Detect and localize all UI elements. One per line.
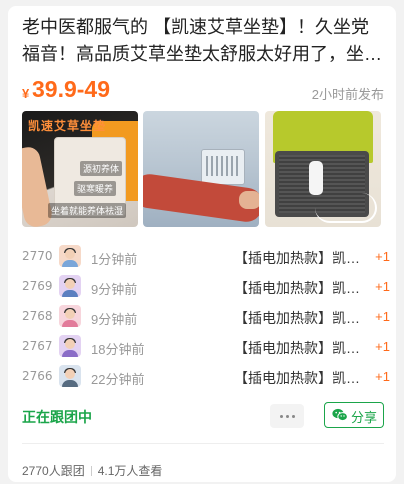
share-label: 分享 (351, 410, 378, 425)
price-row: ¥ 39.9-49 2小时前发布 (22, 74, 384, 106)
join-list: 2770 1分钟前 【插电加热款】凯速艾草坐垫 +1 2769 9分钟前 【插电… (22, 242, 390, 392)
divider (22, 443, 384, 444)
join-number: 2769 (22, 279, 53, 293)
join-count: +1 (375, 279, 390, 294)
currency-symbol: ¥ (22, 86, 30, 101)
avatar (59, 245, 81, 267)
join-product: 【插电加热款】凯速艾草坐垫 (234, 310, 364, 326)
image-tag: 坐着就能养体祛湿 (48, 203, 127, 218)
product-image-3[interactable] (265, 111, 381, 227)
avatar (59, 335, 81, 357)
avatar (59, 365, 81, 387)
heater-shape (201, 149, 245, 185)
product-image-2[interactable] (143, 111, 259, 227)
join-time: 9分钟前 (91, 282, 138, 297)
list-item: 2766 22分钟前 【插电加热款】凯速艾草坐垫 +1 (22, 362, 390, 392)
join-count: +1 (375, 369, 390, 384)
join-number: 2767 (22, 339, 53, 353)
stats-row: 2770人跟团 4.1万人查看 (22, 462, 162, 479)
price: 39.9-49 (32, 76, 111, 102)
list-item: 2768 9分钟前 【插电加热款】凯速艾草坐垫 +1 (22, 302, 390, 332)
more-icon (280, 415, 283, 418)
list-item: 2767 18分钟前 【插电加热款】凯速艾草坐垫 +1 (22, 332, 390, 362)
image-tag: 驱寒暖养 (74, 181, 117, 196)
status-badge: 正在跟团中 (22, 409, 92, 425)
join-product: 【插电加热款】凯速艾草坐垫 (234, 370, 364, 386)
join-product: 【插电加热款】凯速艾草坐垫 (234, 250, 364, 266)
avatar (59, 275, 81, 297)
join-product: 【插电加热款】凯速艾草坐垫 (234, 340, 364, 356)
followers-count: 2770人跟团 (22, 464, 85, 478)
join-time: 9分钟前 (91, 312, 138, 327)
posted-time: 2小时前发布 (311, 87, 384, 102)
cord-shape (315, 193, 377, 223)
join-number: 2766 (22, 369, 53, 383)
foot-shape (239, 191, 259, 209)
group-buy-card[interactable]: 老中医都服气的 【凯速艾草坐垫】！久坐党福音！高品质艾草坐垫太舒服太好用了，坐着… (8, 6, 396, 482)
action-row: 正在跟团中 分享 (22, 402, 384, 430)
join-number: 2768 (22, 309, 53, 323)
image-headline: 凯速艾草坐垫 (28, 119, 107, 133)
share-button[interactable]: 分享 (324, 402, 384, 428)
join-time: 18分钟前 (91, 342, 145, 357)
more-button[interactable] (270, 404, 304, 428)
controller-shape (309, 161, 323, 195)
stats-separator (90, 466, 92, 476)
join-count: +1 (375, 249, 390, 264)
views-count: 4.1万人查看 (97, 464, 163, 478)
list-item: 2769 9分钟前 【插电加热款】凯速艾草坐垫 +1 (22, 272, 390, 302)
avatar (59, 305, 81, 327)
join-time: 1分钟前 (91, 252, 138, 267)
join-product: 【插电加热款】凯速艾草坐垫 (234, 280, 364, 296)
image-gallery: 凯速艾草坐垫 源初养体 驱寒暖养 坐着就能养体祛湿 (22, 111, 384, 227)
join-number: 2770 (22, 249, 53, 263)
list-item: 2770 1分钟前 【插电加热款】凯速艾草坐垫 +1 (22, 242, 390, 272)
post-title[interactable]: 老中医都服气的 【凯速艾草坐垫】！久坐党福音！高品质艾草坐垫太舒服太好用了，坐着… (22, 14, 384, 68)
join-count: +1 (375, 309, 390, 324)
product-image-1[interactable]: 凯速艾草坐垫 源初养体 驱寒暖养 坐着就能养体祛湿 (22, 111, 138, 227)
join-time: 22分钟前 (91, 372, 145, 387)
wechat-icon (332, 408, 348, 422)
image-tag: 源初养体 (80, 161, 123, 176)
join-count: +1 (375, 339, 390, 354)
